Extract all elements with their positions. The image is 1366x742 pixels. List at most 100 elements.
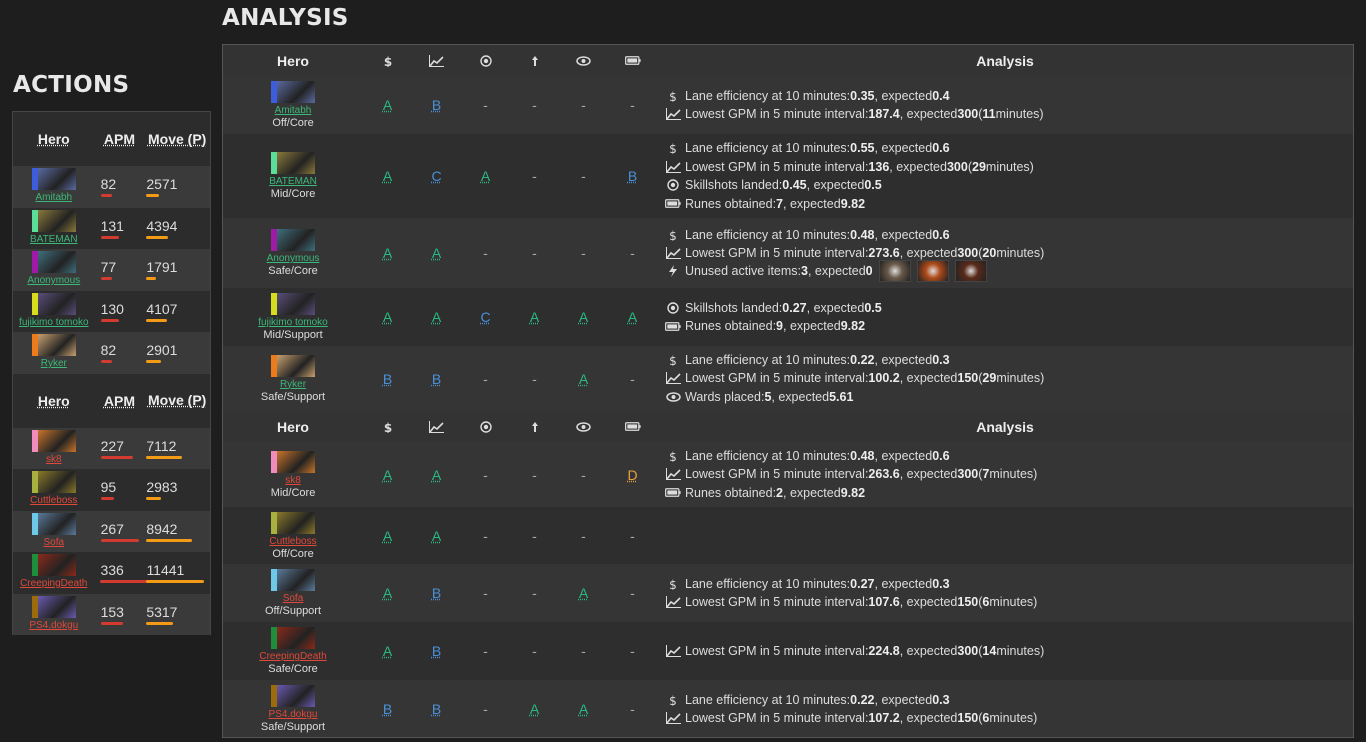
grade-chart[interactable]: C <box>431 168 441 184</box>
dollar-column-header[interactable]: $ <box>363 55 412 67</box>
hero-name-link[interactable]: Cuttleboss <box>269 536 316 547</box>
grade-eye[interactable]: A <box>579 585 588 601</box>
hero-name-link[interactable]: Amitabh <box>35 192 72 203</box>
grade-eye: - <box>581 97 586 113</box>
apm-column-header[interactable]: APM <box>95 393 145 409</box>
move-column-header[interactable]: Move (P) <box>144 391 210 410</box>
hero-portrait[interactable] <box>271 152 315 174</box>
hero-name-link[interactable]: sk8 <box>46 454 62 465</box>
hero-portrait[interactable] <box>271 569 315 591</box>
hero-portrait[interactable] <box>271 450 315 473</box>
hero-portrait[interactable] <box>271 511 315 534</box>
actions-row: Amitabh 82 2571 <box>13 166 210 208</box>
target-column-header[interactable] <box>461 54 510 67</box>
grade-dollar[interactable]: A <box>383 528 392 544</box>
grade-chart[interactable]: A <box>432 245 441 261</box>
grade-eye[interactable]: A <box>579 309 588 325</box>
hero-name-link[interactable]: Cuttleboss <box>30 495 77 506</box>
item-icon[interactable] <box>878 260 911 283</box>
grade-chart[interactable]: B <box>432 371 441 387</box>
hero-column-header[interactable]: Hero <box>13 131 95 147</box>
grade-arrow[interactable]: A <box>530 701 539 717</box>
hero-portrait[interactable] <box>31 251 76 273</box>
hero-name-link[interactable]: PS4.dokgu <box>269 709 318 720</box>
hero-name-link[interactable]: Sofa <box>283 593 304 604</box>
hero-column-header[interactable]: Hero <box>223 419 363 435</box>
hero-portrait[interactable] <box>31 512 76 535</box>
grade-chart[interactable]: B <box>432 97 441 113</box>
grade-eye[interactable]: A <box>579 701 588 717</box>
grade-dollar[interactable]: A <box>383 643 392 659</box>
hero-portrait[interactable] <box>271 229 315 251</box>
battery-column-header[interactable] <box>608 421 657 433</box>
eye-column-header[interactable] <box>559 55 608 67</box>
grade-dollar[interactable]: A <box>383 309 392 325</box>
grade-dollar[interactable]: A <box>383 97 392 113</box>
grade-chart[interactable]: B <box>432 585 441 601</box>
grade-dollar[interactable]: A <box>383 168 392 184</box>
hero-portrait[interactable] <box>31 554 76 576</box>
analysis-column-header[interactable]: Analysis <box>657 53 1353 69</box>
arrow-column-header[interactable] <box>510 55 559 67</box>
grade-dollar[interactable]: A <box>383 585 392 601</box>
analysis-column-header[interactable]: Analysis <box>657 419 1353 435</box>
chart-icon <box>665 468 681 481</box>
hero-column-header[interactable]: Hero <box>223 53 363 69</box>
hero-portrait[interactable] <box>271 293 315 315</box>
grade-chart[interactable]: A <box>432 467 441 483</box>
hero-name-link[interactable]: fujikimo tomoko <box>19 317 88 328</box>
hero-portrait[interactable] <box>271 354 315 377</box>
item-icon[interactable] <box>954 260 987 283</box>
chart-column-header[interactable] <box>412 54 461 67</box>
hero-portrait[interactable] <box>31 168 76 190</box>
grade-battery[interactable]: A <box>628 309 637 325</box>
hero-portrait[interactable] <box>31 334 76 356</box>
grade-dollar[interactable]: B <box>383 701 392 717</box>
hero-portrait[interactable] <box>271 627 315 649</box>
arrow-column-header[interactable] <box>510 421 559 433</box>
grade-battery[interactable]: D <box>627 467 637 483</box>
grade-chart[interactable]: A <box>432 528 441 544</box>
dollar-column-header[interactable]: $ <box>363 421 412 433</box>
grade-target[interactable]: A <box>481 168 490 184</box>
hero-name-link[interactable]: CreepingDeath <box>259 651 326 662</box>
hero-name-link[interactable]: sk8 <box>285 475 301 486</box>
hero-name-link[interactable]: Anonymous <box>267 253 320 264</box>
eye-column-header[interactable] <box>559 421 608 433</box>
hero-name-link[interactable]: Ryker <box>41 358 67 369</box>
hero-name-link[interactable]: CreepingDeath <box>20 578 87 589</box>
hero-portrait[interactable] <box>31 429 76 452</box>
grade-arrow[interactable]: A <box>530 309 539 325</box>
move-column-header[interactable]: Move (P) <box>144 130 210 149</box>
grade-chart[interactable]: A <box>432 309 441 325</box>
hero-name-link[interactable]: Amitabh <box>275 105 312 116</box>
hero-name-link[interactable]: PS4.dokgu <box>29 620 78 631</box>
grade-dollar[interactable]: B <box>383 371 392 387</box>
hero-portrait[interactable] <box>271 81 315 103</box>
hero-portrait[interactable] <box>271 685 315 707</box>
grade-eye[interactable]: A <box>579 371 588 387</box>
hero-name-link[interactable]: Anonymous <box>27 275 80 286</box>
grade-target[interactable]: C <box>480 309 490 325</box>
item-icon[interactable] <box>916 260 949 283</box>
hero-name-link[interactable]: BATEMAN <box>30 234 78 245</box>
grade-dollar[interactable]: A <box>383 245 392 261</box>
grade-chart[interactable]: B <box>432 643 441 659</box>
hero-column-header[interactable]: Hero <box>13 393 95 409</box>
battery-column-header[interactable] <box>608 55 657 67</box>
target-column-header[interactable] <box>461 420 510 433</box>
apm-column-header[interactable]: APM <box>95 131 145 147</box>
hero-portrait[interactable] <box>31 209 76 232</box>
grade-battery[interactable]: B <box>628 168 637 184</box>
hero-portrait[interactable] <box>31 595 76 618</box>
hero-portrait[interactable] <box>31 292 76 315</box>
hero-name-link[interactable]: Sofa <box>43 537 64 548</box>
hero-name-link[interactable]: fujikimo tomoko <box>258 317 327 328</box>
chart-column-header[interactable] <box>412 420 461 433</box>
grade-chart[interactable]: B <box>432 701 441 717</box>
grade-cell: - <box>510 76 559 134</box>
grade-dollar[interactable]: A <box>383 467 392 483</box>
hero-name-link[interactable]: Ryker <box>280 379 306 390</box>
hero-name-link[interactable]: BATEMAN <box>269 176 317 187</box>
hero-portrait[interactable] <box>31 471 76 493</box>
